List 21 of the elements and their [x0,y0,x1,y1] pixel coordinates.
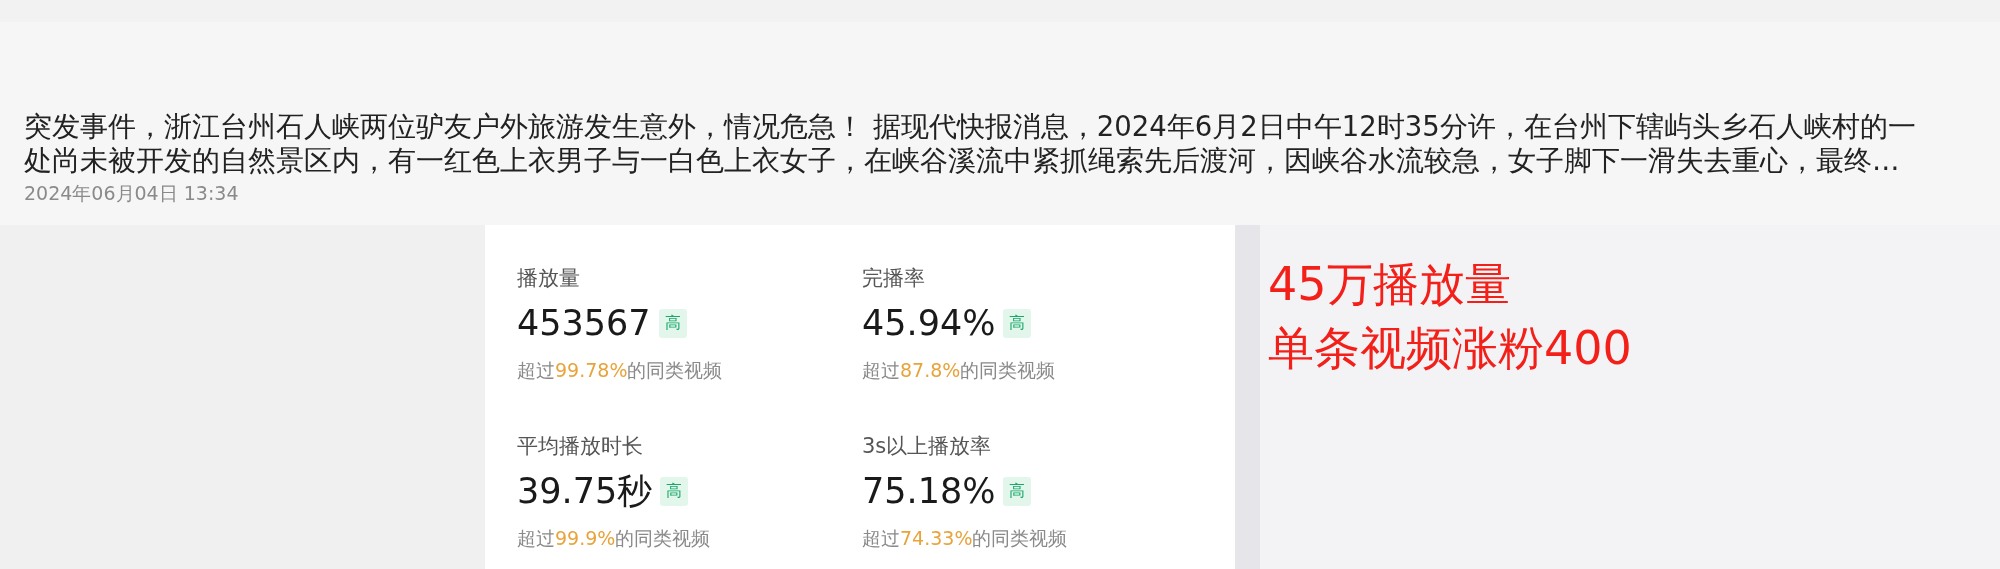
metric-value: 45.94% [862,303,996,343]
post-date: 2024年06月04日 13:34 [24,181,240,205]
metric-value: 453567 [517,303,651,343]
metric-label: 播放量 [517,265,581,292]
comparison-text: 超过99.9%的同类视频 [517,526,712,551]
level-badge: 高 [658,308,687,338]
description-text: 突发事件，浙江台州石人峡两位驴友户外旅游发生意外，情况危急！ 据现代快报消息，2024年6月2日中午12时35分许，在台州下辖屿头乡石人峡村的一 [24,109,1917,143]
metric-value: 39.75秒 [517,471,653,511]
comparison-text: 超过99.78%的同类视频 [517,358,724,383]
annotation-text: 单条视频涨粉400 [1268,320,1633,377]
level-badge: 高 [1003,476,1032,506]
metric-label: 3s以上播放率 [862,433,993,460]
level-badge: 高 [1003,308,1032,338]
level-badge: 高 [660,476,689,506]
metric-label: 平均播放时长 [517,433,644,460]
metric-label: 完播率 [862,265,926,292]
annotation-text: 45万播放量 [1268,256,1512,313]
metric-value: 75.18% [862,471,996,511]
comparison-text: 超过87.8%的同类视频 [862,358,1057,383]
comparison-text: 超过74.33%的同类视频 [862,526,1069,551]
description-text: 处尚未被开发的自然景区内，有一红色上衣男子与一白色上衣女子，在峡谷溪流中紧抓绳索先后渡河，因峡谷水流较急，女子脚下一滑失去重心，最终… [24,143,1901,177]
